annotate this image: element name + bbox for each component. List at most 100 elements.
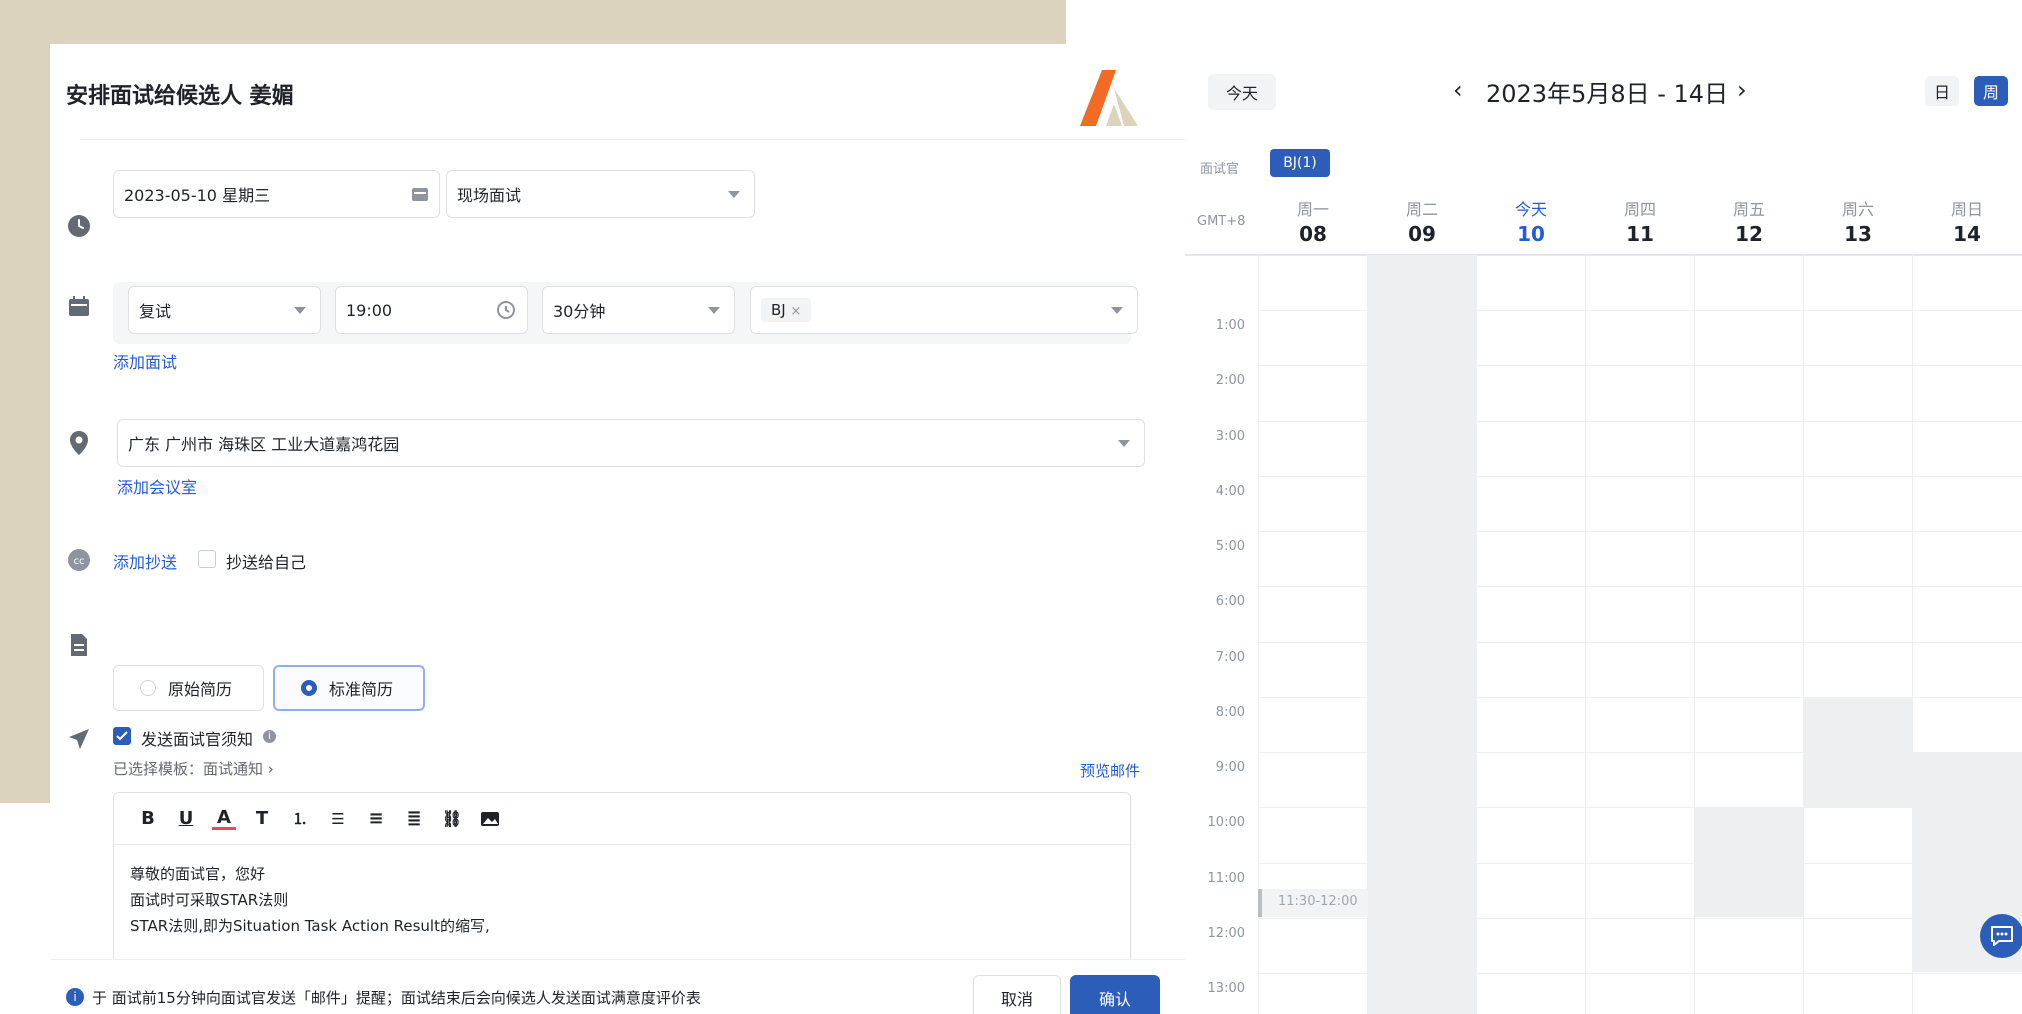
cc-self-checkbox[interactable]: [198, 550, 216, 568]
day-header[interactable]: 周五 12: [1694, 196, 1804, 246]
send-notice-checkbox[interactable]: [113, 727, 131, 745]
hour-label: 10:00: [1207, 815, 1245, 830]
hour-line: [1258, 531, 2022, 532]
duration-value: 30分钟: [553, 302, 606, 321]
day-date: 13: [1844, 222, 1872, 246]
day-header[interactable]: 周六 13: [1803, 196, 1913, 246]
day-header[interactable]: 周二 09: [1367, 196, 1477, 246]
hour-line: [1258, 752, 2022, 753]
hour-line: [1258, 863, 2022, 864]
ordered-list-icon[interactable]: ⒈: [288, 807, 312, 831]
day-header[interactable]: 周四 11: [1585, 196, 1695, 246]
today-button[interactable]: 今天: [1208, 74, 1276, 110]
day-header-today[interactable]: 今天 10: [1476, 196, 1586, 246]
resume-standard-option[interactable]: 标准简历: [273, 665, 425, 711]
add-room-link[interactable]: 添加会议室: [117, 474, 197, 498]
editor-toolbar: B U A T ⒈ ☰ ≡ ≣ ⛓: [114, 793, 1130, 845]
calendar-grid[interactable]: [1258, 255, 2022, 1014]
font-color-icon[interactable]: A: [212, 807, 236, 830]
chevron-down-icon: [728, 191, 740, 198]
hour-line: [1258, 310, 2022, 311]
time-value: 19:00: [346, 300, 393, 320]
day-header[interactable]: 周日 14: [1912, 196, 2022, 246]
hour-line: [1258, 697, 2022, 698]
hour-label: 3:00: [1215, 429, 1245, 444]
chevron-down-icon: [1118, 440, 1130, 447]
link-icon[interactable]: ⛓: [440, 807, 464, 831]
view-week-button[interactable]: 周: [1974, 76, 2008, 106]
interviewer-select[interactable]: BJ ×: [750, 286, 1138, 334]
interviewer-chip[interactable]: BJ(1): [1270, 149, 1330, 177]
align-center-icon[interactable]: ≡: [364, 807, 388, 831]
chevron-right-icon: ›: [267, 760, 274, 778]
day-date: 08: [1299, 222, 1327, 246]
bullet-list-icon[interactable]: ☰: [326, 807, 350, 831]
editor-line: 面试时可采取STAR法则: [130, 891, 289, 909]
hour-label: 5:00: [1215, 539, 1245, 554]
hour-label: 13:00: [1207, 981, 1245, 996]
add-cc-link[interactable]: 添加抄送: [113, 549, 177, 573]
radio-button-selected[interactable]: [301, 680, 317, 696]
day-header[interactable]: 周一 08: [1258, 196, 1368, 246]
hour-label: 1:00: [1215, 318, 1245, 333]
duration-select[interactable]: 30分钟: [542, 286, 735, 334]
hour-line: [1258, 642, 2022, 643]
busy-block: [1803, 697, 1912, 752]
underline-icon[interactable]: U: [174, 807, 198, 831]
calendar-icon: [411, 185, 429, 207]
cancel-button[interactable]: 取消: [973, 975, 1061, 1014]
info-icon: i: [66, 988, 84, 1006]
resume-original-option[interactable]: 原始简历: [113, 665, 264, 711]
hour-line: [1258, 807, 2022, 808]
round-value: 复试: [139, 302, 172, 321]
next-week-icon[interactable]: ›: [1737, 76, 1747, 104]
align-right-icon[interactable]: ≣: [402, 807, 426, 831]
cc-icon: cc: [66, 547, 92, 573]
bold-icon[interactable]: B: [136, 807, 160, 831]
hour-line: [1258, 973, 2022, 974]
day-date: 11: [1626, 222, 1654, 246]
chat-icon[interactable]: [1980, 914, 2022, 958]
day-date: 14: [1953, 222, 1981, 246]
chevron-down-icon: [294, 307, 306, 314]
schedule-interview-dialog: 安排面试给候选人 姜媚 2023-05-10 星期三 现场面试 复试 19:00…: [50, 44, 1185, 1014]
day-line: [1694, 255, 1695, 1014]
reminder-note: 于 面试前15分钟向面试官发送「邮件」提醒；面试结束后会向候选人发送面试满意度评…: [92, 989, 701, 1007]
interview-mode-select[interactable]: 现场面试: [446, 170, 755, 218]
day-name: 周四: [1623, 200, 1656, 219]
info-icon[interactable]: i: [263, 730, 276, 743]
location-select[interactable]: 广东 广州市 海珠区 工业大道嘉鸿花园: [117, 419, 1145, 467]
radio-button[interactable]: [140, 680, 156, 696]
confirm-button[interactable]: 确认: [1070, 975, 1160, 1014]
day-name: 周五: [1732, 200, 1765, 219]
remove-tag-icon[interactable]: ×: [791, 304, 802, 319]
round-select[interactable]: 复试: [128, 286, 321, 334]
text-style-icon[interactable]: T: [250, 807, 274, 831]
hour-line: [1258, 421, 2022, 422]
interviewer-label: 面试官: [1200, 162, 1240, 177]
send-notice-label: 发送面试官须知: [141, 730, 254, 749]
hour-label: 4:00: [1215, 484, 1245, 499]
date-picker[interactable]: 2023-05-10 星期三: [113, 170, 440, 218]
prev-week-icon[interactable]: ‹: [1453, 76, 1463, 104]
time-picker[interactable]: 19:00: [335, 286, 528, 334]
chevron-down-icon: [708, 307, 720, 314]
send-icon: [66, 726, 92, 752]
view-day-button[interactable]: 日: [1925, 76, 1959, 106]
cc-self-label: 抄送给自己: [226, 553, 307, 572]
day-name: 周一: [1296, 200, 1329, 219]
hour-label: 8:00: [1215, 705, 1245, 720]
timezone-label: GMT+8: [1197, 214, 1246, 229]
calendar-event[interactable]: 11:30-12:00: [1258, 889, 1368, 917]
day-line: [1803, 255, 1804, 1014]
image-icon[interactable]: [478, 807, 502, 831]
day-name: 周日: [1950, 200, 1983, 219]
template-selection[interactable]: 已选择模板：面试通知 ›: [113, 758, 274, 779]
hour-label: 12:00: [1207, 926, 1245, 941]
editor-content[interactable]: 尊敬的面试官，您好 面试时可采取STAR法则 STAR法则,即为Situatio…: [114, 845, 1130, 939]
add-interview-link[interactable]: 添加面试: [113, 349, 177, 373]
preview-mail-link[interactable]: 预览邮件: [1080, 760, 1140, 781]
editor-line: STAR法则,即为Situation Task Action Result的缩写…: [130, 917, 490, 935]
document-icon: [66, 632, 92, 658]
location-value: 广东 广州市 海珠区 工业大道嘉鸿花园: [128, 435, 400, 454]
